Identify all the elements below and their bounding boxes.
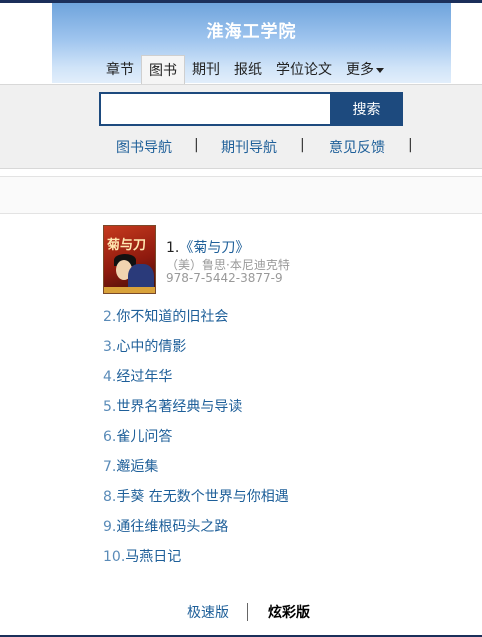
book-list-item[interactable]: 9.通往维根码头之路: [103, 516, 289, 546]
category-tabs: 章节 图书 期刊 报纸 学位论文 更多: [99, 55, 391, 85]
tab-more[interactable]: 更多: [339, 55, 391, 85]
search-area: 搜索 图书导航 | 期刊导航 | 意见反馈 |: [0, 84, 482, 169]
book-list-item[interactable]: 10.马燕日记: [103, 546, 289, 576]
journal-navigation-link[interactable]: 期刊导航: [221, 137, 277, 157]
book-list-item[interactable]: 5.世界名著经典与导读: [103, 396, 289, 426]
book-title: 经过年华: [116, 369, 173, 385]
subnav-separator: |: [194, 137, 199, 153]
book-list-item[interactable]: 2.你不知道的旧社会: [103, 306, 289, 336]
speed-version-link[interactable]: 极速版: [187, 602, 229, 622]
rank-number: 7.: [103, 459, 117, 475]
book-title: 邂逅集: [116, 459, 159, 475]
book-list-item[interactable]: 7.邂逅集: [103, 456, 289, 486]
chevron-down-icon: [376, 67, 384, 73]
header: 淮海工学院 章节 图书 期刊 报纸 学位论文 更多: [52, 3, 451, 85]
book-ranking-list: 2.你不知道的旧社会 3.心中的倩影 4.经过年华 5.世界名著经典与导读 6.…: [103, 306, 289, 576]
rank-number: 8.: [103, 489, 117, 505]
search-button[interactable]: 搜索: [330, 92, 403, 126]
book-title: 马燕日记: [125, 549, 182, 565]
rank-number: 10.: [103, 549, 126, 565]
rank-number: 2.: [103, 309, 117, 325]
rank-number: 6.: [103, 429, 117, 445]
book-title: 《菊与刀》: [179, 240, 250, 256]
tab-books[interactable]: 图书: [141, 55, 185, 85]
rank-number: 3.: [103, 339, 117, 355]
tab-theses[interactable]: 学位论文: [269, 55, 339, 85]
book-title: 雀儿问答: [116, 429, 173, 445]
book-list-item[interactable]: 6.雀儿问答: [103, 426, 289, 456]
book-title: 你不知道的旧社会: [116, 309, 229, 325]
rank-number: 1.: [166, 240, 180, 256]
book-isbn: 978-7-5442-3877-9: [166, 271, 283, 285]
school-title: 淮海工学院: [206, 22, 297, 42]
cover-title: 菊与刀: [107, 238, 147, 253]
rank-number: 4.: [103, 369, 117, 385]
sub-navigation: 图书导航 | 期刊导航 | 意见反馈 |: [0, 137, 482, 157]
version-switcher: 极速版 炫彩版: [0, 602, 482, 626]
book-list-item[interactable]: 3.心中的倩影: [103, 336, 289, 366]
book-title: 通往维根码头之路: [116, 519, 229, 535]
tab-journals[interactable]: 期刊: [185, 55, 227, 85]
tab-newspapers[interactable]: 报纸: [227, 55, 269, 85]
tab-chapters[interactable]: 章节: [99, 55, 141, 85]
book-list-item[interactable]: 8.手葵 在无数个世界与你相遇: [103, 486, 289, 516]
top-book-title-link[interactable]: 1.《菊与刀》: [166, 237, 249, 257]
rank-number: 9.: [103, 519, 117, 535]
tab-more-label: 更多: [346, 62, 374, 78]
feedback-link[interactable]: 意见反馈: [329, 137, 385, 157]
search-input[interactable]: [99, 92, 342, 126]
fancy-version-label: 炫彩版: [268, 605, 310, 621]
subnav-separator: |: [300, 137, 305, 153]
book-title: 手葵 在无数个世界与你相遇: [116, 489, 289, 505]
book-cover-image[interactable]: 菊与刀: [103, 225, 156, 294]
book-navigation-link[interactable]: 图书导航: [116, 137, 172, 157]
subnav-separator: |: [408, 137, 413, 153]
book-title: 心中的倩影: [116, 339, 187, 355]
section-divider: [0, 176, 482, 214]
book-list-item[interactable]: 4.经过年华: [103, 366, 289, 396]
footer-divider: [247, 603, 248, 621]
book-title: 世界名著经典与导读: [116, 399, 243, 415]
rank-number: 5.: [103, 399, 117, 415]
